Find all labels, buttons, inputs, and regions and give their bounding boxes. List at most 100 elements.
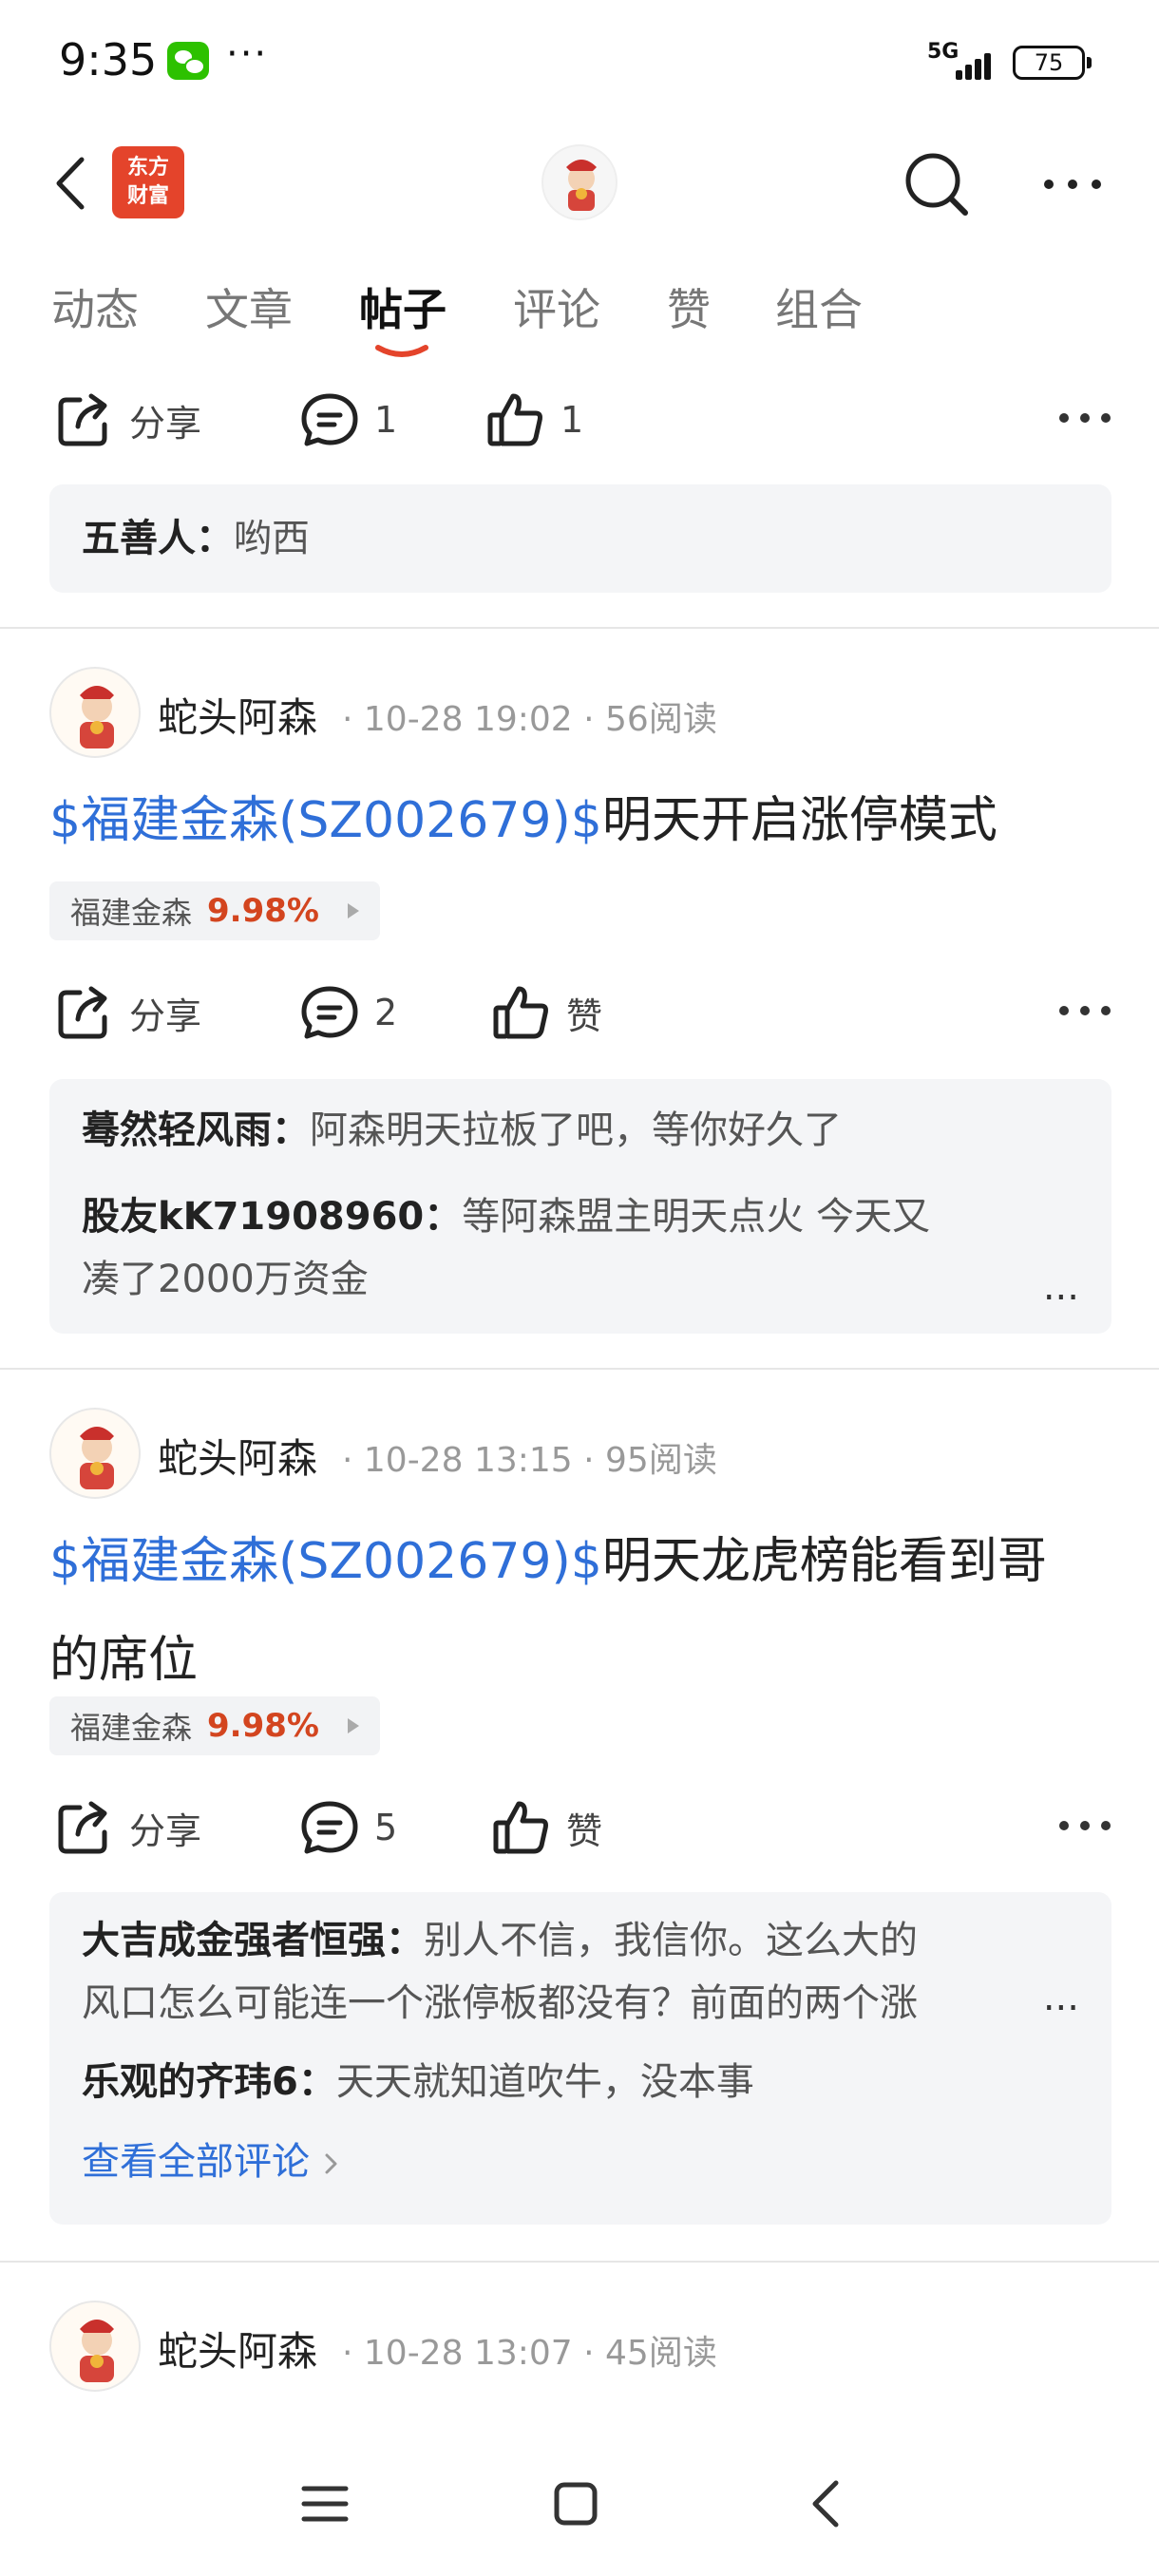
post-actions: 分享 5 赞	[0, 1790, 1159, 1866]
stock-tag[interactable]: 福建金森 9.98%	[49, 1696, 380, 1755]
comment-line: 股友kK71908960：等阿森盟主明天点火 今天又 凑了2000万资金	[82, 1185, 1079, 1311]
comment-user: 五善人：	[82, 517, 234, 560]
comment-preview-box[interactable]: 蓦然轻风雨：阿森明天拉板了吧，等你好久了 股友kK71908960：等阿森盟主明…	[49, 1079, 1112, 1334]
wechat-icon	[167, 42, 209, 80]
battery-icon: 75	[1013, 46, 1092, 80]
tab-articles[interactable]: 文章	[205, 275, 293, 338]
chevron-right-icon	[325, 2153, 337, 2174]
comment-icon	[301, 393, 358, 446]
comment-user: 股友kK71908960：	[82, 1195, 463, 1239]
menu-icon[interactable]	[296, 2475, 353, 2532]
author-avatar[interactable]	[49, 2301, 141, 2392]
author-name[interactable]: 蛇头阿森	[158, 2320, 317, 2377]
comment-text: 等阿森盟主明天点火 今天又	[462, 1195, 930, 1239]
logo-line-2: 财富	[126, 184, 169, 208]
share-button[interactable]: 分享	[53, 975, 201, 1051]
post-divider	[0, 2261, 1159, 2263]
share-icon	[58, 986, 107, 1039]
share-button[interactable]: 分享	[53, 382, 201, 458]
signal-icon	[950, 47, 998, 80]
tab-posts[interactable]: 帖子	[359, 275, 446, 338]
post-more-icon[interactable]	[1056, 992, 1113, 1030]
stock-tag-change: 9.98%	[207, 1707, 319, 1745]
share-label: 分享	[129, 1809, 202, 1852]
thumbs-up-icon	[493, 1801, 548, 1854]
comment-button[interactable]: 1	[298, 382, 397, 458]
post-title-text: 明天开启涨停模式	[601, 792, 998, 849]
thumbs-up-icon	[493, 986, 548, 1039]
comment-icon	[301, 1801, 358, 1854]
stock-tag-change: 9.98%	[207, 892, 319, 930]
stock-tag-name: 福建金森	[70, 1710, 193, 1746]
like-button[interactable]: 赞	[490, 975, 602, 1051]
comment-button[interactable]: 2	[298, 975, 397, 1051]
logo-line-1: 东方	[126, 156, 169, 180]
stock-link[interactable]: $福建金森(SZ002679)$	[49, 792, 602, 849]
like-count: 1	[560, 399, 584, 441]
like-label: 赞	[566, 1809, 603, 1852]
comment-preview-box[interactable]: 大吉成金强者恒强：别人不信，我信你。这么大的 风口怎么可能连一个涨停板都没有？前…	[49, 1892, 1112, 2225]
top-header: 东方 财富	[0, 123, 1159, 247]
tab-dynamics[interactable]: 动态	[51, 275, 139, 338]
post-actions: 分享 1 1	[0, 382, 1159, 458]
view-all-label: 查看全部评论	[82, 2140, 310, 2184]
home-square-icon[interactable]	[547, 2475, 604, 2532]
share-label: 分享	[129, 994, 202, 1037]
comment-text: 别人不信，我信你。这么大的	[424, 1919, 918, 1962]
status-time: 9:35	[59, 34, 158, 85]
tab-portfolio[interactable]: 组合	[775, 275, 863, 338]
post-meta: · 10-28 13:07 · 45阅读	[342, 2334, 717, 2373]
status-bar: 9:35 ··· 5G 75	[0, 0, 1159, 123]
comment-text: 阿森明天拉板了吧，等你好久了	[310, 1108, 842, 1152]
comment-ellipsis: ...	[1042, 1976, 1079, 2019]
play-arrow-icon	[347, 903, 359, 919]
post-more-icon[interactable]	[1056, 1807, 1113, 1845]
comment-line: 大吉成金强者恒强：别人不信，我信你。这么大的 风口怎么可能连一个涨停板都没有？前…	[82, 1909, 1079, 2035]
tab-likes[interactable]: 赞	[667, 275, 711, 338]
like-button[interactable]: 1	[484, 382, 583, 458]
share-label: 分享	[129, 402, 202, 445]
author-avatar[interactable]	[49, 1408, 141, 1499]
comment-line: 五善人：哟西	[82, 508, 1079, 569]
stock-link[interactable]: $福建金森(SZ002679)$	[49, 1533, 602, 1590]
status-more-dots: ···	[226, 32, 269, 76]
comment-count: 2	[374, 992, 398, 1033]
post-title-text-continued: 的席位	[49, 1632, 199, 1689]
like-label: 赞	[566, 994, 603, 1037]
post-title[interactable]: $福建金森(SZ002679)$明天开启涨停模式	[49, 771, 1113, 870]
active-tab-indicator	[375, 345, 428, 357]
post-header: 蛇头阿森 · 10-28 13:15 · 95阅读	[0, 1408, 1159, 1503]
comment-ellipsis: ...	[1042, 1265, 1079, 1309]
comment-icon	[301, 986, 358, 1039]
more-icon[interactable]	[1039, 165, 1106, 203]
like-button[interactable]: 赞	[490, 1790, 602, 1866]
comment-line: 乐观的齐玮6：天天就知道吹牛，没本事	[82, 2052, 1079, 2112]
post-meta: · 10-28 19:02 · 56阅读	[342, 700, 717, 739]
post-actions: 分享 2 赞	[0, 975, 1159, 1051]
user-avatar-center[interactable]	[542, 144, 618, 220]
stock-tag[interactable]: 福建金森 9.98%	[49, 881, 380, 940]
view-all-comments-link[interactable]: 查看全部评论	[82, 2131, 1079, 2192]
author-avatar[interactable]	[49, 667, 141, 758]
stock-tag-name: 福建金森	[70, 895, 193, 931]
app-logo[interactable]: 东方 财富	[112, 146, 184, 218]
author-name[interactable]: 蛇头阿森	[158, 686, 317, 744]
search-icon[interactable]	[899, 146, 975, 222]
tab-comments[interactable]: 评论	[513, 275, 600, 338]
back-icon[interactable]	[48, 150, 95, 217]
post-more-icon[interactable]	[1056, 399, 1113, 437]
play-arrow-icon	[347, 1718, 359, 1733]
comment-text-continued: 凑了2000万资金	[82, 1258, 369, 1301]
comment-preview-box[interactable]: 五善人：哟西	[49, 484, 1112, 593]
back-triangle-icon[interactable]	[800, 2475, 857, 2532]
post-title[interactable]: $福建金森(SZ002679)$明天龙虎榜能看到哥 的席位	[49, 1512, 1113, 1710]
author-name[interactable]: 蛇头阿森	[158, 1427, 317, 1485]
share-icon	[58, 393, 107, 446]
comment-button[interactable]: 5	[298, 1790, 397, 1866]
post-divider	[0, 627, 1159, 629]
share-button[interactable]: 分享	[53, 1790, 201, 1866]
comment-text: 哟西	[234, 517, 310, 560]
post-header: 蛇头阿森 · 10-28 13:07 · 45阅读	[0, 2301, 1159, 2396]
profile-tabs: 动态 文章 帖子 评论 赞 组合	[0, 275, 1159, 370]
comment-count: 5	[374, 1807, 398, 1848]
